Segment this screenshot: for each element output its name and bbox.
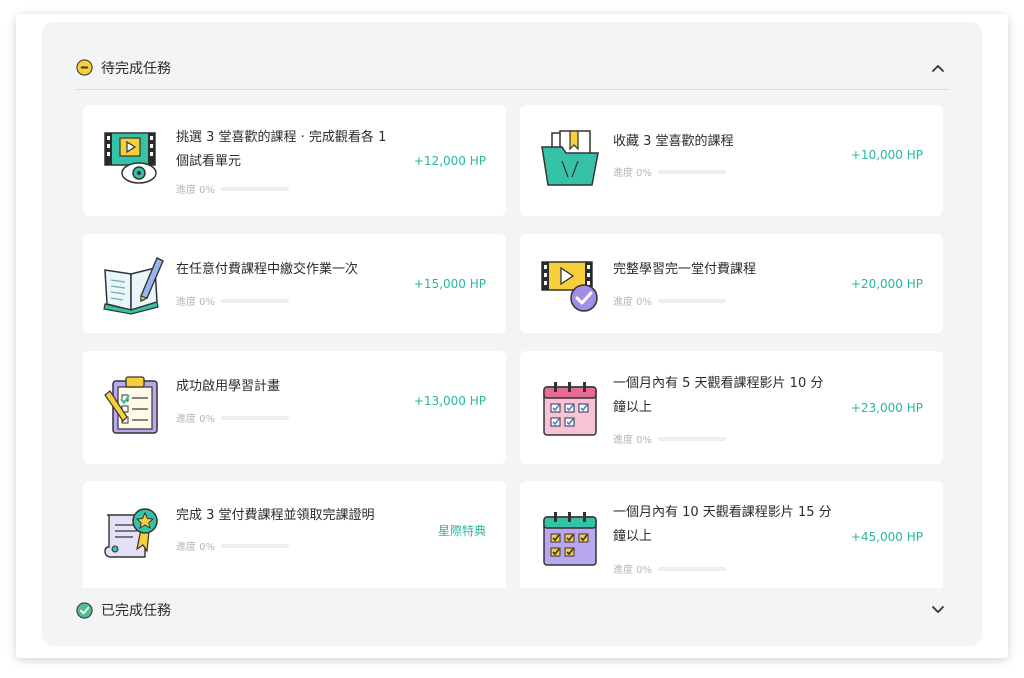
task-progress: 進度 0% xyxy=(176,293,290,308)
pending-tasks-title: 待完成任務 xyxy=(101,60,171,77)
film-check-icon xyxy=(541,261,598,312)
task-title: 完整學習完一堂付費課程 xyxy=(613,262,757,277)
progress-track xyxy=(221,543,290,548)
task-card[interactable]: 一個月內有 10 天觀看課程影片 15 分鐘以上 進度 0% +45,000 H… xyxy=(520,481,943,588)
progress-label: 進度 0% xyxy=(176,542,216,553)
task-progress: 進度 0% xyxy=(176,181,290,196)
task-card[interactable]: 成功啟用學習計畫 進度 0% +13,000 HP xyxy=(83,351,506,464)
progress-label: 進度 0% xyxy=(613,168,653,179)
task-reward: +20,000 HP xyxy=(850,277,923,291)
window-frame: 待完成任務 挑選 3 堂喜歡的課程 · 完成觀看各 1 個試看單元 進度 0% … xyxy=(16,14,1008,658)
task-title: 完成 3 堂付費課程並領取完課證明 xyxy=(176,508,375,523)
completed-status-icon xyxy=(76,601,93,619)
notebook-pencil-icon xyxy=(103,257,164,315)
task-progress: 進度 0% xyxy=(613,293,727,308)
progress-track xyxy=(221,298,290,303)
task-reward: +10,000 HP xyxy=(850,148,923,162)
progress-label: 進度 0% xyxy=(176,414,216,425)
clipboard-checklist-icon xyxy=(104,376,158,434)
task-card-grid: 挑選 3 堂喜歡的課程 · 完成觀看各 1 個試看單元 進度 0% +12,00… xyxy=(83,105,943,588)
task-card[interactable]: 挑選 3 堂喜歡的課程 · 完成觀看各 1 個試看單元 進度 0% +12,00… xyxy=(83,105,506,216)
task-title: 收藏 3 堂喜歡的課程 xyxy=(613,134,734,149)
progress-track xyxy=(658,169,727,174)
task-progress: 進度 0% xyxy=(613,431,727,446)
progress-track xyxy=(221,186,290,191)
progress-track xyxy=(658,566,727,571)
pending-status-icon xyxy=(76,59,93,76)
folder-bookmark-icon xyxy=(541,130,599,186)
task-title: 挑選 3 堂喜歡的課程 · 完成觀看各 1 個試看單元 xyxy=(176,130,387,169)
progress-track xyxy=(658,436,727,441)
pending-tasks-header[interactable]: 待完成任務 xyxy=(76,46,950,90)
task-title: 成功啟用學習計畫 xyxy=(176,379,281,394)
task-reward: +13,000 HP xyxy=(413,394,486,408)
task-card[interactable]: 在任意付費課程中繳交作業一次 進度 0% +15,000 HP xyxy=(83,234,506,333)
completed-tasks-header[interactable]: 已完成任務 xyxy=(76,588,950,632)
progress-label: 進度 0% xyxy=(613,565,653,576)
progress-label: 進度 0% xyxy=(176,185,216,196)
task-title: 一個月內有 5 天觀看課程影片 10 分鐘以上 xyxy=(613,376,824,415)
task-card[interactable]: 完成 3 堂付費課程並領取完課證明 進度 0% 星際特典 xyxy=(83,481,506,588)
task-progress: 進度 0% xyxy=(613,561,727,576)
progress-label: 進度 0% xyxy=(613,435,653,446)
completed-tasks-title: 已完成任務 xyxy=(101,603,171,619)
task-card[interactable]: 完整學習完一堂付費課程 進度 0% +20,000 HP xyxy=(520,234,943,333)
task-title: 在任意付費課程中繳交作業一次 xyxy=(176,262,359,277)
chevron-down-icon[interactable] xyxy=(930,602,946,618)
task-title: 一個月內有 10 天觀看課程影片 15 分鐘以上 xyxy=(613,505,832,544)
calendar-purple-icon xyxy=(543,512,597,566)
task-progress: 進度 0% xyxy=(613,164,727,179)
task-card[interactable]: 一個月內有 5 天觀看課程影片 10 分鐘以上 進度 0% +23,000 HP xyxy=(520,351,943,464)
task-reward: +45,000 HP xyxy=(850,530,923,544)
progress-label: 進度 0% xyxy=(613,297,653,308)
certificate-icon xyxy=(104,508,158,558)
task-progress: 進度 0% xyxy=(176,410,290,425)
task-reward: +23,000 HP xyxy=(850,401,923,415)
task-reward: 星際特典 xyxy=(437,524,486,538)
task-progress: 進度 0% xyxy=(176,538,290,553)
progress-label: 進度 0% xyxy=(176,297,216,308)
film-eye-icon xyxy=(104,132,157,184)
task-reward: +15,000 HP xyxy=(413,277,486,291)
task-card[interactable]: 收藏 3 堂喜歡的課程 進度 0% +10,000 HP xyxy=(520,105,943,216)
calendar-pink-icon xyxy=(543,382,597,436)
tasks-panel: 待完成任務 挑選 3 堂喜歡的課程 · 完成觀看各 1 個試看單元 進度 0% … xyxy=(42,22,982,646)
progress-track xyxy=(658,298,727,303)
task-reward: +12,000 HP xyxy=(413,154,486,168)
progress-track xyxy=(221,415,290,420)
chevron-up-icon[interactable] xyxy=(930,60,946,76)
